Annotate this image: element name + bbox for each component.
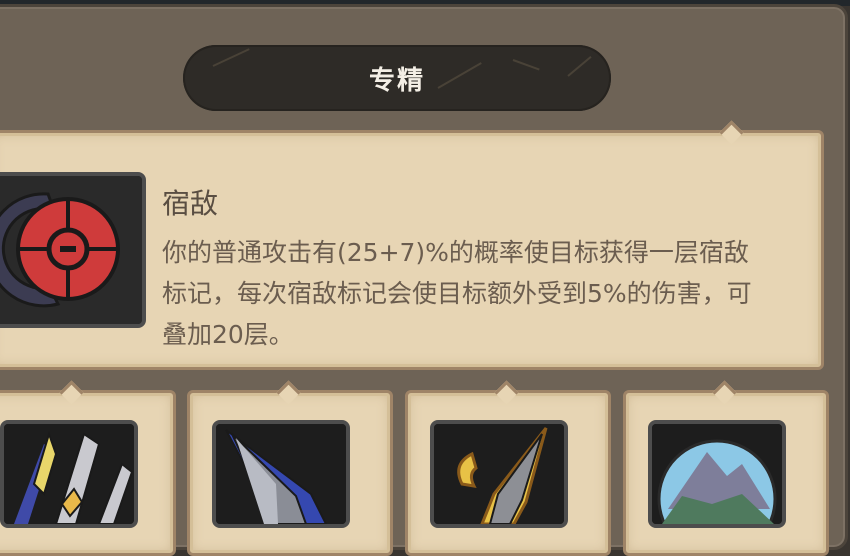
skill-name: 宿敌 — [162, 187, 219, 220]
blue-spear-icon — [216, 424, 346, 524]
nemesis-target-icon — [0, 176, 142, 324]
skill-icon-frame[interactable] — [0, 172, 146, 328]
mountain-icon — [652, 424, 782, 524]
title-banner: 专精 — [183, 45, 611, 111]
golden-spear-icon — [434, 424, 564, 524]
skill-description: 你的普通攻击有(25+7)%的概率使目标获得一层宿敌标记，每次宿敌标记会使目标额… — [162, 238, 752, 349]
daggers-icon — [4, 424, 134, 524]
panel-title: 专精 — [368, 65, 425, 96]
